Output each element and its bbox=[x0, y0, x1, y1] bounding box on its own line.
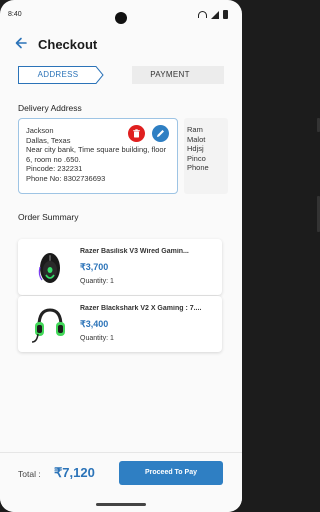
trash-icon bbox=[133, 129, 140, 138]
step-address[interactable]: ADDRESS bbox=[18, 66, 104, 84]
headset-image bbox=[31, 308, 65, 343]
address-line: Malot bbox=[187, 134, 206, 144]
address-line: 6, room no .650. bbox=[26, 154, 81, 164]
address-line: Pinco bbox=[187, 153, 206, 163]
order-item[interactable]: Razer Blackshark V2 X Gaming : 7.... ₹3,… bbox=[18, 296, 222, 352]
total-label: Total : bbox=[18, 469, 41, 479]
signal-icon bbox=[211, 10, 219, 19]
step-payment-label: PAYMENT bbox=[150, 70, 190, 79]
delivery-address-heading: Delivery Address bbox=[18, 103, 82, 113]
item-name: Razer Basilisk V3 Wired Gamin... bbox=[80, 248, 189, 255]
camera-cutout bbox=[115, 12, 127, 24]
status-time: 8:40 bbox=[8, 11, 22, 18]
gesture-navigation-bar bbox=[0, 496, 242, 512]
address-line: Pincode: 232231 bbox=[26, 164, 83, 174]
address-line: Phone No: 8302736693 bbox=[26, 173, 106, 183]
item-quantity: Quantity: 1 bbox=[80, 335, 114, 342]
step-address-label: ADDRESS bbox=[37, 70, 79, 79]
mouse-image bbox=[38, 253, 60, 283]
delete-address-button[interactable] bbox=[128, 125, 145, 142]
home-gesture-handle[interactable] bbox=[96, 503, 146, 506]
order-item[interactable]: Razer Basilisk V3 Wired Gamin... ₹3,700 … bbox=[18, 239, 222, 295]
address-text: Ram Malot Hdjsj Pinco Phone bbox=[187, 125, 227, 173]
step-payment[interactable]: PAYMENT bbox=[132, 66, 224, 84]
page-title: Checkout bbox=[38, 37, 98, 52]
pencil-icon bbox=[157, 130, 164, 137]
address-line: Phone bbox=[187, 163, 209, 173]
address-card-selected[interactable]: Jackson Dallas, Texas Near city bank, Ti… bbox=[18, 118, 178, 194]
system-icons bbox=[198, 10, 228, 19]
order-summary-heading: Order Summary bbox=[18, 212, 79, 222]
address-list: Jackson Dallas, Texas Near city bank, Ti… bbox=[18, 118, 242, 194]
battery-icon bbox=[223, 10, 228, 19]
item-price: ₹3,700 bbox=[80, 262, 109, 272]
address-line: Ram bbox=[187, 125, 203, 134]
arrow-left-icon[interactable] bbox=[15, 37, 27, 52]
wifi-icon bbox=[198, 11, 207, 18]
address-card[interactable]: Ram Malot Hdjsj Pinco Phone bbox=[184, 118, 228, 194]
item-quantity: Quantity: 1 bbox=[80, 278, 114, 285]
status-bar: 8:40 bbox=[0, 0, 242, 30]
address-line: Near city bank, Time square building, fl… bbox=[26, 145, 167, 155]
checkout-stepper: ADDRESS PAYMENT bbox=[18, 66, 224, 84]
checkout-footer: Total : ₹7,120 Proceed To Pay bbox=[0, 452, 242, 496]
checkout-screen: 8:40 Checkout ADDRESS PAYMENT Delivery A… bbox=[0, 0, 242, 512]
proceed-to-pay-button[interactable]: Proceed To Pay bbox=[119, 461, 223, 485]
item-price: ₹3,400 bbox=[80, 319, 109, 329]
app-header: Checkout bbox=[0, 30, 242, 60]
address-line: Hdjsj bbox=[187, 144, 204, 154]
total-value: ₹7,120 bbox=[54, 465, 95, 480]
edit-address-button[interactable] bbox=[152, 125, 169, 142]
item-name: Razer Blackshark V2 X Gaming : 7.... bbox=[80, 305, 202, 312]
